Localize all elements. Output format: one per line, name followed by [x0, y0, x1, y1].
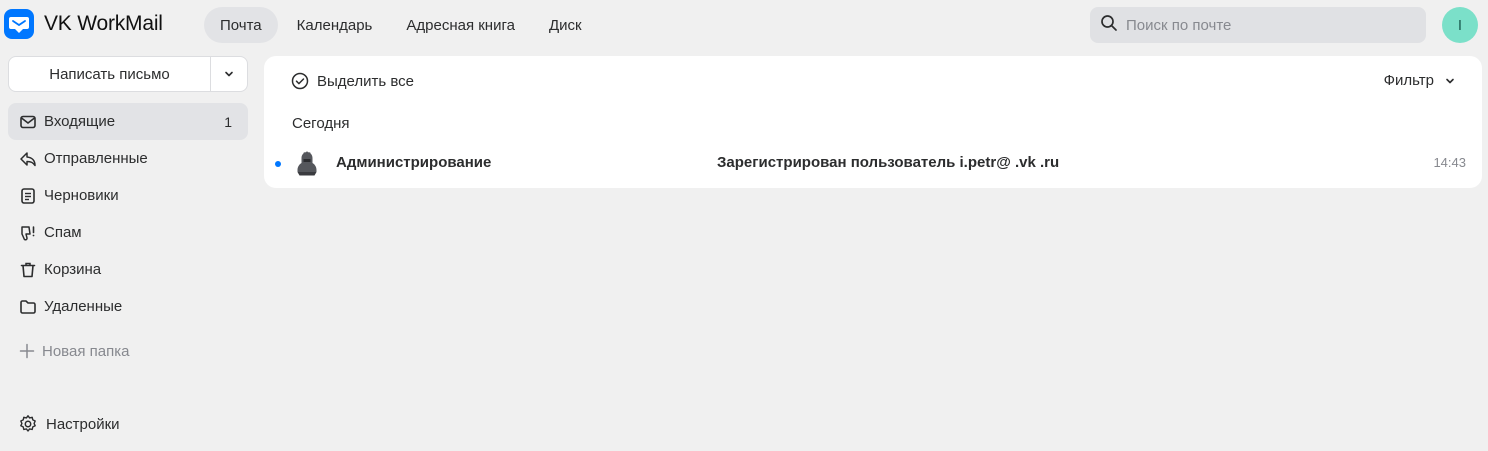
folder-inbox[interactable]: Входящие 1 [8, 103, 248, 140]
main-nav: Почта Календарь Адресная книга Диск [204, 7, 599, 43]
folder-deleted[interactable]: Удаленные [8, 288, 248, 325]
search-input[interactable] [1126, 16, 1416, 34]
folder-list: Входящие 1 Отправленные Черновики Спам К… [8, 103, 248, 325]
tab-address-book[interactable]: Адресная книга [389, 7, 532, 43]
drafts-icon [18, 186, 38, 206]
gear-icon [20, 415, 36, 432]
search-icon [1100, 14, 1118, 37]
trash-icon [18, 260, 38, 280]
compose-control: Написать письмо [8, 56, 248, 92]
folder-label: Спам [44, 224, 82, 241]
spam-icon [18, 223, 38, 243]
folder-drafts[interactable]: Черновики [8, 177, 248, 214]
settings-label: Настройки [46, 415, 120, 433]
mail-row[interactable]: Администрирование Зарегистрирован пользо… [264, 146, 1482, 180]
mail-time: 14:43 [1433, 155, 1466, 170]
filter-label: Фильтр [1383, 72, 1434, 89]
settings-button[interactable]: Настройки [18, 414, 120, 434]
mail-sender: Администрирование [336, 154, 492, 171]
mail-list-panel: Выделить все Фильтр Сегодня Администриро… [264, 56, 1482, 188]
inbox-icon [18, 112, 38, 132]
search-box[interactable] [1090, 7, 1426, 43]
folder-label: Удаленные [44, 298, 123, 315]
plus-icon [19, 343, 35, 359]
folder-label: Отправленные [44, 150, 148, 167]
check-circle-icon [291, 72, 309, 90]
new-folder-label: Новая папка [42, 342, 130, 360]
select-all-label: Выделить все [317, 72, 415, 90]
compose-button[interactable]: Написать письмо [9, 57, 210, 91]
sent-icon [18, 149, 38, 169]
folder-sent[interactable]: Отправленные [8, 140, 248, 177]
date-group-title: Сегодня [292, 115, 350, 132]
user-avatar[interactable]: I [1442, 7, 1478, 43]
top-bar: VK WorkMail Почта Календарь Адресная кни… [0, 0, 1488, 50]
select-all-button[interactable]: Выделить все [291, 72, 414, 90]
tab-calendar[interactable]: Календарь [280, 7, 390, 43]
compose-options-button[interactable] [211, 57, 247, 91]
app-logo[interactable]: VK WorkMail [4, 9, 163, 39]
filter-button[interactable]: Фильтр [1384, 72, 1456, 89]
tab-disk[interactable]: Диск [532, 7, 599, 43]
chevron-down-icon [1446, 78, 1454, 83]
app-name: VK WorkMail [44, 12, 163, 35]
chevron-down-icon [225, 71, 233, 77]
mail-logo-icon [4, 9, 34, 39]
tab-mail[interactable]: Почта [204, 7, 278, 43]
folder-trash[interactable]: Корзина [8, 251, 248, 288]
folder-label: Черновики [44, 187, 119, 204]
folder-label: Корзина [44, 261, 102, 278]
folder-label: Входящие [44, 113, 116, 130]
folder-icon [18, 297, 38, 317]
unread-indicator[interactable] [275, 161, 281, 167]
new-folder-button[interactable]: Новая папка [18, 342, 129, 360]
knight-avatar-icon [294, 150, 320, 178]
folder-spam[interactable]: Спам [8, 214, 248, 251]
mail-subject: Зарегистрирован пользователь i.petr@ .vk… [717, 154, 1060, 171]
unread-count: 1 [224, 113, 232, 130]
